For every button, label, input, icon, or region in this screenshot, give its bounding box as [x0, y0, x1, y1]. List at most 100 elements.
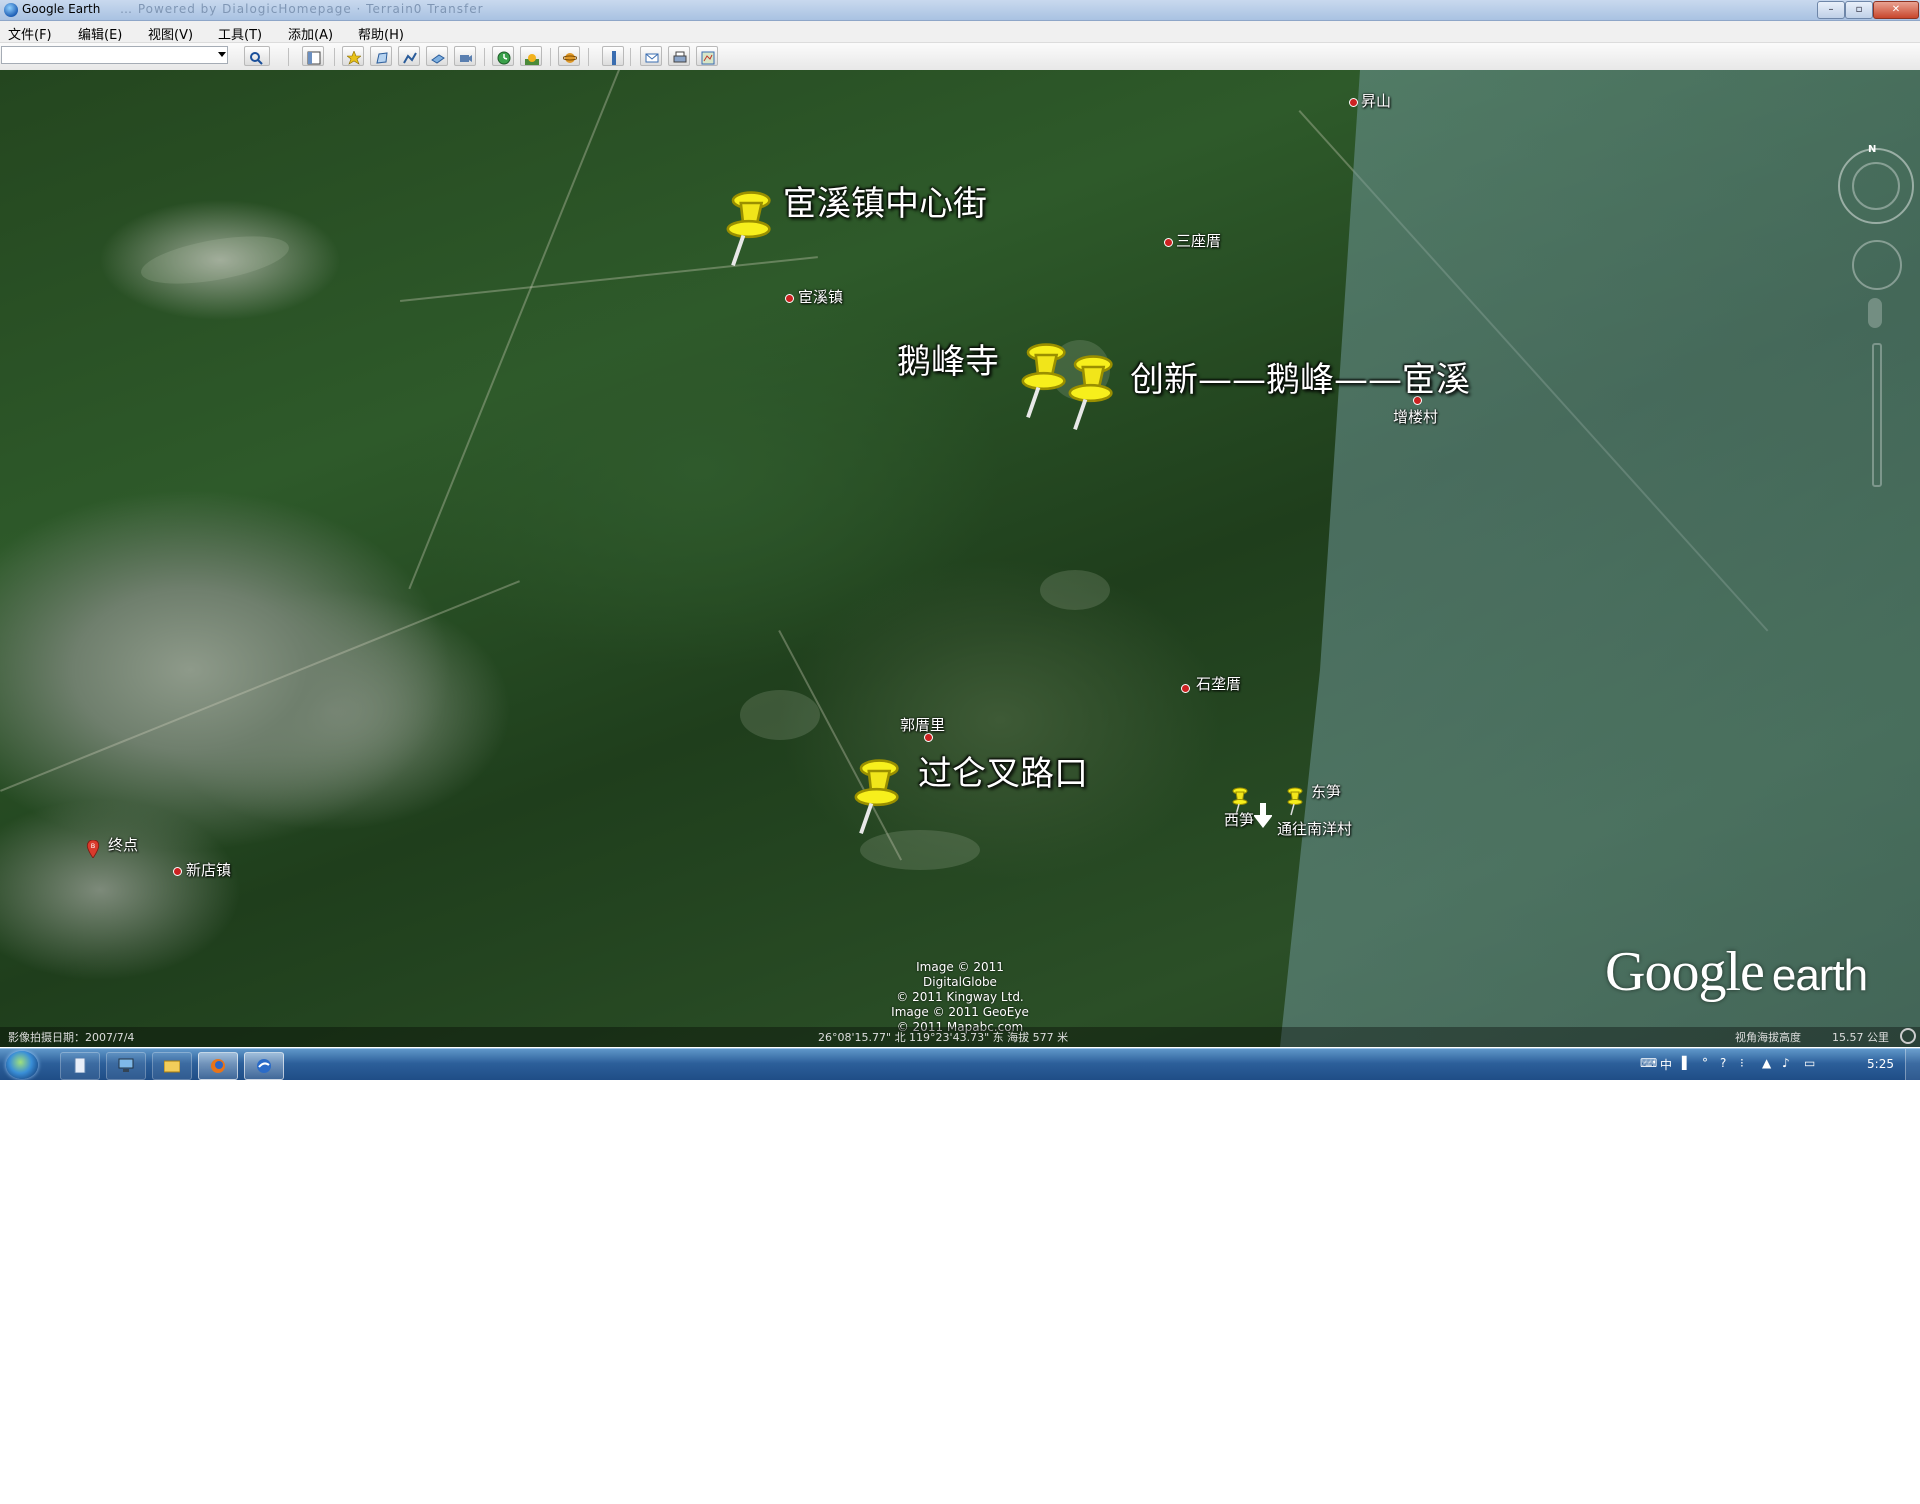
- placemark-label: 创新——鹅峰——宦溪: [1130, 360, 1470, 400]
- eye-altitude-value: 15.57 公里: [1832, 1031, 1889, 1044]
- map-view[interactable]: 昇山 三座厝 宦溪镇 增楼村 石垄厝 郭厝里 新店镇 东笋 西笋 通往南洋村 B…: [0, 70, 1920, 1047]
- menu-add[interactable]: 添加(A): [288, 24, 333, 43]
- small-placemark-pin[interactable]: [1283, 786, 1305, 816]
- firefox-icon: [210, 1058, 226, 1073]
- town-marker[interactable]: [1349, 98, 1358, 107]
- restore-button[interactable]: ▫: [1845, 1, 1873, 19]
- place-label: 东笋: [1311, 783, 1342, 801]
- view-in-maps-icon: [701, 50, 715, 65]
- placemark-pin[interactable]: [848, 758, 900, 836]
- compass-ring[interactable]: [1838, 148, 1914, 224]
- town-marker[interactable]: [173, 867, 182, 876]
- placemark-pin[interactable]: [1062, 354, 1114, 432]
- folder-icon: [163, 1058, 181, 1073]
- search-input[interactable]: [1, 46, 228, 64]
- start-button[interactable]: [6, 1051, 38, 1079]
- menu-edit[interactable]: 编辑(E): [78, 24, 122, 43]
- email-button[interactable]: [640, 46, 662, 66]
- taskbar-clock[interactable]: 5:25: [1867, 1057, 1894, 1071]
- placemark-pin[interactable]: [1015, 342, 1067, 420]
- taskbar-notepad[interactable]: [60, 1052, 100, 1080]
- move-joystick[interactable]: [1852, 240, 1902, 290]
- historical-imagery-icon: [497, 50, 511, 65]
- street-view-pegman-icon[interactable]: [1868, 298, 1882, 328]
- direction-arrow-icon: [1254, 803, 1272, 828]
- print-button[interactable]: [668, 46, 690, 66]
- help-icon[interactable]: ?: [1720, 1056, 1726, 1070]
- imagery-credits: Image © 2011 DigitalGlobe © 2011 Kingway…: [880, 960, 1040, 1035]
- sun-icon: [525, 50, 539, 65]
- ime-options-icon[interactable]: ⁝: [1740, 1056, 1744, 1070]
- windows-taskbar: ⌨ 中 ▌ ° ? ⁝ ▲ ♪ ▭ 5:25: [0, 1048, 1920, 1080]
- add-polygon-button[interactable]: [370, 46, 392, 66]
- taskbar-firefox[interactable]: [198, 1052, 238, 1080]
- computer-icon: [118, 1058, 134, 1073]
- placemark-label: 宦溪镇中心街: [783, 184, 987, 224]
- email-icon: [645, 50, 659, 63]
- placemark-label: 鹅峰寺: [897, 342, 999, 382]
- taskbar-google-earth[interactable]: [244, 1052, 284, 1080]
- add-path-button[interactable]: [398, 46, 420, 66]
- menu-file[interactable]: 文件(F): [8, 24, 52, 43]
- north-indicator[interactable]: N: [1868, 144, 1876, 155]
- ime-mode-icon[interactable]: °: [1702, 1056, 1708, 1070]
- taskbar-explorer[interactable]: [152, 1052, 192, 1080]
- placemark-pin[interactable]: [720, 190, 772, 268]
- place-label: 西笋: [1224, 811, 1255, 829]
- google-earth-icon: [4, 3, 18, 17]
- print-icon: [673, 50, 687, 63]
- minimize-button[interactable]: –: [1817, 1, 1845, 19]
- volume-icon[interactable]: ♪: [1782, 1056, 1790, 1070]
- place-label: 昇山: [1361, 92, 1392, 110]
- town-marker[interactable]: [785, 294, 794, 303]
- view-in-maps-button[interactable]: [696, 46, 718, 66]
- menu-bar: 文件(F) 编辑(E) 视图(V) 工具(T) 添加(A) 帮助(H): [0, 21, 1920, 43]
- menu-help[interactable]: 帮助(H): [358, 24, 404, 43]
- place-label: 三座厝: [1176, 232, 1222, 250]
- credit-line: © 2011 Kingway Ltd.: [896, 990, 1024, 1004]
- route-end-marker[interactable]: B: [86, 840, 100, 858]
- ime-indicator[interactable]: 中: [1660, 1056, 1672, 1073]
- show-desktop-button[interactable]: [1905, 1049, 1920, 1080]
- taskbar-computer[interactable]: [106, 1052, 146, 1080]
- town-marker[interactable]: [1181, 684, 1190, 693]
- search-button[interactable]: [244, 46, 270, 66]
- add-image-overlay-button[interactable]: [426, 46, 448, 66]
- place-label: 宦溪镇: [798, 288, 844, 306]
- place-label: 石垄厝: [1196, 675, 1242, 693]
- logo-google: Google: [1605, 941, 1765, 1003]
- credit-line: Image © 2011 DigitalGlobe: [916, 960, 1004, 989]
- svg-text:B: B: [91, 842, 96, 850]
- show-hidden-icons-icon[interactable]: ▲: [1762, 1056, 1771, 1070]
- close-button[interactable]: ✕: [1873, 1, 1919, 19]
- sidebar-button[interactable]: [302, 46, 324, 66]
- ruler-button[interactable]: [602, 46, 624, 66]
- sidebar-icon: [307, 50, 321, 65]
- search-dropdown-icon[interactable]: [218, 52, 226, 57]
- zoom-slider[interactable]: [1872, 343, 1882, 487]
- ime-settings-icon[interactable]: ▌: [1682, 1056, 1691, 1070]
- record-tour-button[interactable]: [454, 46, 476, 66]
- pointer-coordinates: 26°08'15.77" 北 119°23'43.73" 东 海拔 577 米: [818, 1031, 1069, 1044]
- ruler-icon: [607, 50, 619, 65]
- menu-view[interactable]: 视图(V): [148, 24, 193, 43]
- planets-button[interactable]: [558, 46, 580, 66]
- town-marker[interactable]: [1164, 238, 1173, 247]
- keyboard-icon[interactable]: ⌨: [1640, 1056, 1657, 1070]
- menu-tools[interactable]: 工具(T): [218, 24, 262, 43]
- title-bar: Google Earth … Powered by DialogicHomepa…: [0, 0, 1920, 21]
- imagery-date: 影像拍摄日期：2007/7/4: [8, 1031, 135, 1044]
- search-icon: [249, 50, 263, 65]
- notepad-icon: [72, 1057, 88, 1074]
- image-overlay-icon: [431, 50, 445, 64]
- status-bar: 影像拍摄日期：2007/7/4 26°08'15.77" 北 119°23'43…: [0, 1027, 1920, 1047]
- historical-imagery-button[interactable]: [492, 46, 514, 66]
- place-label: 新店镇: [186, 861, 232, 879]
- record-tour-icon: [459, 50, 472, 62]
- network-icon[interactable]: ▭: [1804, 1056, 1815, 1070]
- planets-icon: [562, 50, 578, 63]
- add-placemark-button[interactable]: [342, 46, 364, 66]
- place-label: 通往南洋村: [1277, 820, 1353, 838]
- google-earth-icon: [256, 1058, 272, 1073]
- sunlight-button[interactable]: [520, 46, 542, 66]
